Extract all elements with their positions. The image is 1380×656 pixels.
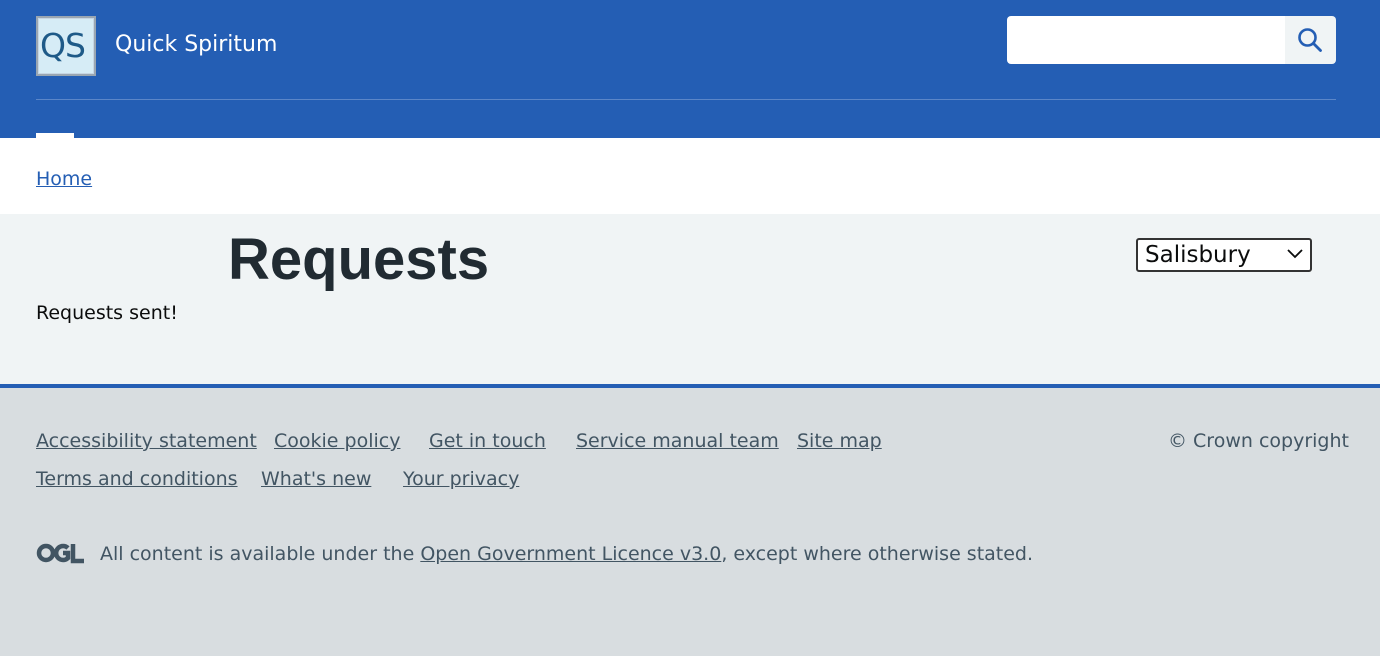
licence-prefix: All content is available under the xyxy=(100,543,421,565)
footer-link-accessibility[interactable]: Accessibility statement xyxy=(36,430,257,452)
main-content: Requests Requests sent! Salisbury xyxy=(0,214,1380,384)
site-name[interactable]: Quick Spiritum xyxy=(115,32,277,57)
licence-link[interactable]: Open Government Licence v3.0 xyxy=(420,543,721,565)
footer-link-get-in-touch[interactable]: Get in touch xyxy=(429,430,546,452)
site-footer: Accessibility statement Cookie policy Ge… xyxy=(0,388,1380,656)
site-header: QS Quick Spiritum xyxy=(0,0,1380,138)
footer-link-whats-new[interactable]: What's new xyxy=(261,468,371,490)
licence-suffix: , except where otherwise stated. xyxy=(721,543,1034,565)
location-select-value: Salisbury xyxy=(1145,242,1251,268)
location-select[interactable]: Salisbury xyxy=(1136,238,1312,272)
footer-link-terms[interactable]: Terms and conditions xyxy=(36,468,238,490)
logo-text: QS xyxy=(40,26,86,65)
copyright-text: © Crown copyright xyxy=(1168,430,1349,452)
footer-link-site-map[interactable]: Site map xyxy=(797,430,882,452)
search-icon xyxy=(1298,28,1322,52)
search-button[interactable] xyxy=(1285,16,1336,64)
footer-link-your-privacy[interactable]: Your privacy xyxy=(403,468,519,490)
licence-text: All content is available under the Open … xyxy=(100,543,1033,565)
breadcrumb: Home xyxy=(0,138,1380,214)
footer-link-cookie-policy[interactable]: Cookie policy xyxy=(274,430,400,452)
ogl-logo-icon xyxy=(36,543,84,564)
header-divider xyxy=(36,99,1336,100)
status-message: Requests sent! xyxy=(36,302,178,324)
logo[interactable]: QS xyxy=(36,16,96,76)
chevron-down-icon xyxy=(1287,249,1303,259)
footer-link-service-manual-team[interactable]: Service manual team xyxy=(576,430,779,452)
breadcrumb-home-link[interactable]: Home xyxy=(36,168,92,190)
search-input[interactable] xyxy=(1007,16,1285,64)
page-title: Requests xyxy=(228,227,490,292)
